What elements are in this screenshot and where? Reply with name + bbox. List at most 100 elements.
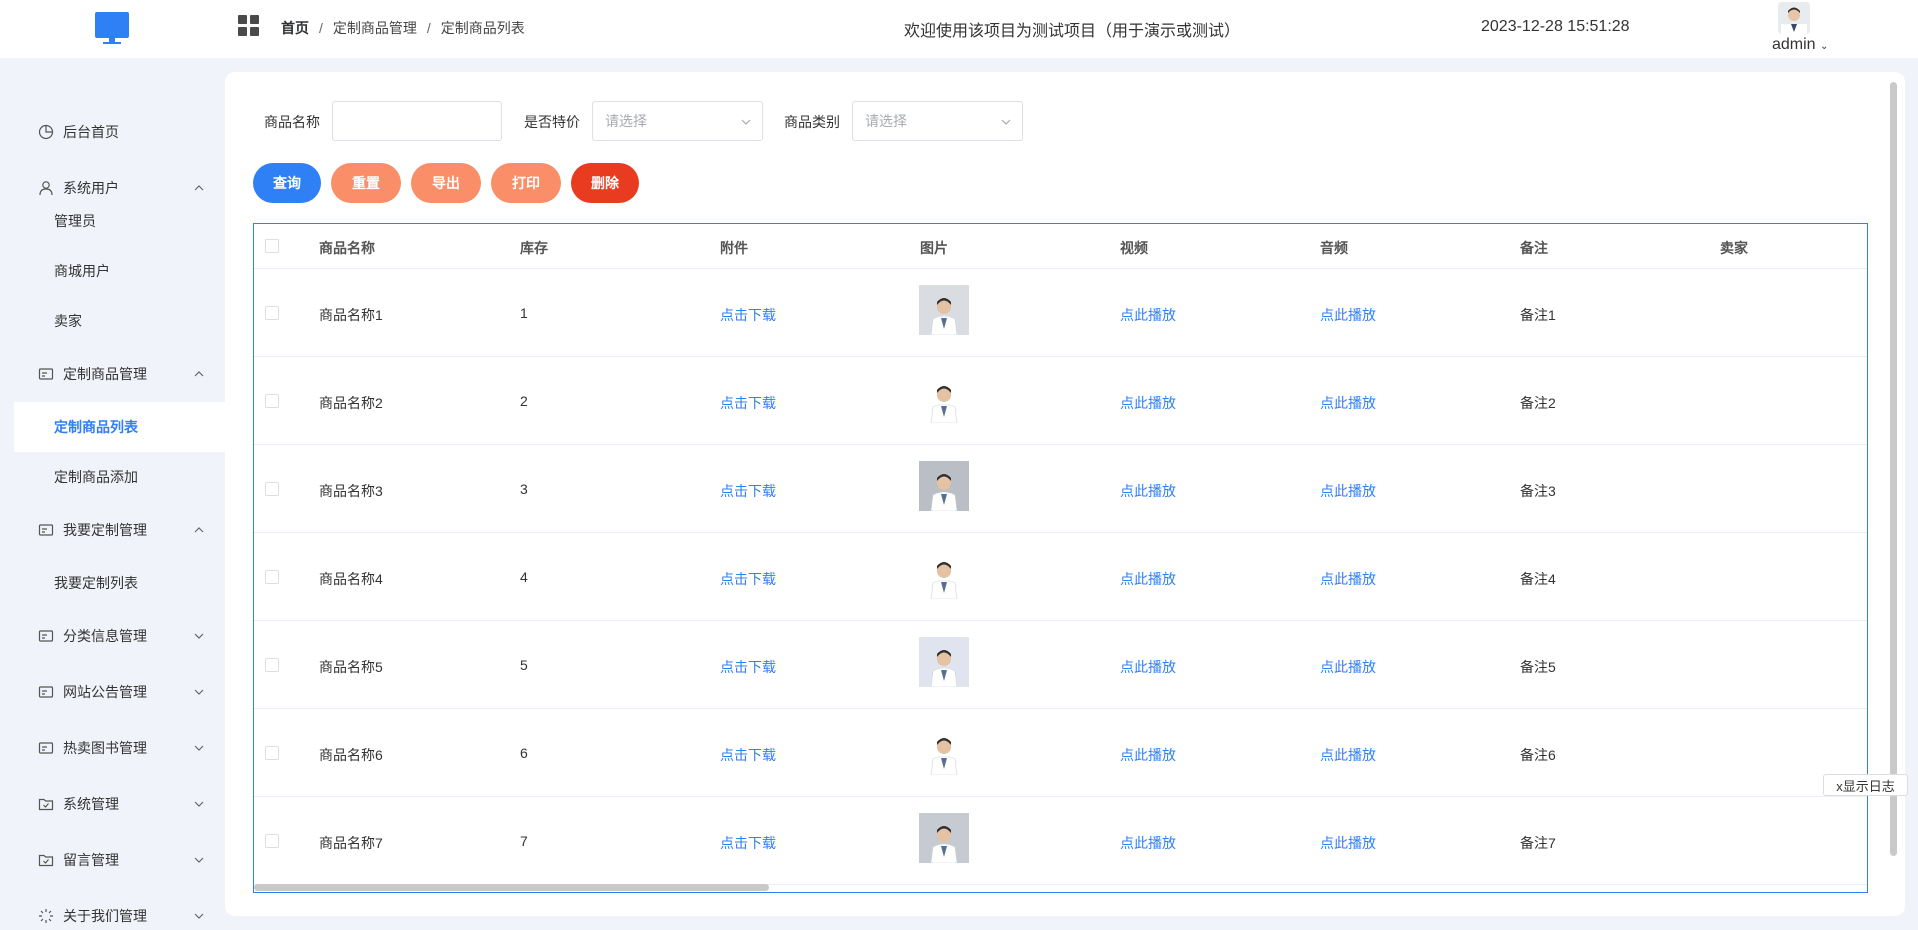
- sidebar-item-about-us-management[interactable]: 关于我们管理: [0, 896, 225, 930]
- sidebar-item-my-custom-list[interactable]: 我要定制列表: [14, 558, 225, 608]
- product-image[interactable]: [919, 373, 969, 423]
- user-menu[interactable]: admin ⌄: [1772, 36, 1828, 54]
- audio-play-link[interactable]: 点此播放: [1320, 657, 1376, 677]
- delete-button[interactable]: 删除: [571, 163, 639, 203]
- sidebar-item-admins[interactable]: 管理员: [14, 196, 225, 246]
- breadcrumb-separator: /: [426, 20, 431, 36]
- audio-play-link[interactable]: 点此播放: [1320, 393, 1376, 413]
- product-image[interactable]: [919, 285, 969, 335]
- product-image[interactable]: [919, 637, 969, 687]
- sidebar-item-hot-books-management[interactable]: 热卖图书管理: [0, 728, 225, 768]
- cell-stock: 4: [520, 569, 528, 585]
- row-checkbox[interactable]: [265, 306, 279, 320]
- product-image[interactable]: [919, 725, 969, 775]
- sidebar-item-label: 定制商品列表: [54, 419, 138, 435]
- download-link[interactable]: 点击下载: [720, 481, 776, 501]
- download-link[interactable]: 点击下载: [720, 393, 776, 413]
- cell-remark: 备注6: [1520, 747, 1556, 763]
- special-filter-placeholder: 请选择: [605, 113, 647, 129]
- category-filter-placeholder: 请选择: [865, 113, 907, 129]
- video-play-link[interactable]: 点此播放: [1120, 393, 1176, 413]
- goods-table: 商品名称 库存 附件 图片 视频 音频 备注 卖家 商品名称1 1 点击下载 点此播放…: [253, 223, 1868, 893]
- chevron-down-icon: [194, 633, 204, 639]
- audio-play-link[interactable]: 点此播放: [1320, 745, 1376, 765]
- audio-play-link[interactable]: 点此播放: [1320, 305, 1376, 325]
- avatar[interactable]: [1778, 2, 1810, 34]
- column-header-audio[interactable]: 音频: [1320, 238, 1348, 258]
- cell-stock: 2: [520, 393, 528, 409]
- product-image[interactable]: [919, 461, 969, 511]
- category-filter-label: 商品类别: [784, 114, 840, 130]
- column-header-seller[interactable]: 卖家: [1720, 238, 1748, 258]
- print-button[interactable]: 打印: [491, 163, 561, 203]
- download-link[interactable]: 点击下载: [720, 657, 776, 677]
- vertical-scrollbar[interactable]: [1890, 82, 1897, 856]
- sidebar-item-custom-goods-add[interactable]: 定制商品添加: [14, 452, 225, 502]
- sidebar-item-system-management[interactable]: 系统管理: [0, 784, 225, 824]
- column-header-attachment[interactable]: 附件: [720, 238, 748, 258]
- cell-name: 商品名称1: [319, 307, 383, 323]
- download-link[interactable]: 点击下载: [720, 833, 776, 853]
- sidebar-item-custom-goods-management[interactable]: 定制商品管理: [0, 354, 225, 394]
- row-checkbox[interactable]: [265, 394, 279, 408]
- row-checkbox[interactable]: [265, 658, 279, 672]
- sidebar-item-label: 定制商品添加: [54, 469, 138, 485]
- column-header-stock[interactable]: 库存: [520, 238, 548, 258]
- row-checkbox[interactable]: [265, 746, 279, 760]
- select-all-checkbox[interactable]: [265, 239, 279, 253]
- video-play-link[interactable]: 点此播放: [1120, 833, 1176, 853]
- special-filter-select[interactable]: 请选择: [592, 101, 763, 141]
- sidebar-item-announcement-management[interactable]: 网站公告管理: [0, 672, 225, 712]
- audio-play-link[interactable]: 点此播放: [1320, 481, 1376, 501]
- column-header-name[interactable]: 商品名称: [319, 238, 375, 258]
- show-log-button[interactable]: x显示日志: [1823, 774, 1908, 796]
- horizontal-scrollbar[interactable]: [254, 884, 769, 891]
- row-checkbox[interactable]: [265, 570, 279, 584]
- chevron-up-icon: [194, 185, 204, 191]
- chevron-up-icon: [194, 527, 204, 533]
- loading-icon: [39, 909, 53, 923]
- export-button[interactable]: 导出: [411, 163, 481, 203]
- row-checkbox[interactable]: [265, 482, 279, 496]
- video-play-link[interactable]: 点此播放: [1120, 569, 1176, 589]
- video-play-link[interactable]: 点此播放: [1120, 745, 1176, 765]
- cell-remark: 备注2: [1520, 395, 1556, 411]
- breadcrumb-separator: /: [319, 20, 323, 36]
- video-play-link[interactable]: 点此播放: [1120, 657, 1176, 677]
- video-play-link[interactable]: 点此播放: [1120, 481, 1176, 501]
- sidebar-item-category-management[interactable]: 分类信息管理: [0, 616, 225, 656]
- name-filter-input[interactable]: [332, 101, 502, 141]
- breadcrumb-current: 定制商品列表: [440, 20, 525, 36]
- video-play-link[interactable]: 点此播放: [1120, 305, 1176, 325]
- sidebar-item-label: 关于我们管理: [63, 908, 147, 924]
- row-checkbox[interactable]: [265, 834, 279, 848]
- column-header-image[interactable]: 图片: [920, 238, 948, 258]
- sidebar-item-label: 系统用户: [63, 180, 119, 196]
- top-header: 首页 / 定制商品管理 / 定制商品列表 欢迎使用该项目为测试项目（用于演示或测…: [0, 0, 1918, 58]
- chevron-down-icon: [194, 689, 204, 695]
- sidebar-item-mall-users[interactable]: 商城用户: [14, 246, 225, 296]
- query-button[interactable]: 查询: [253, 163, 321, 203]
- clock-icon: [38, 124, 54, 140]
- sidebar-item-sellers[interactable]: 卖家: [14, 296, 225, 346]
- sidebar-item-label: 我要定制管理: [63, 522, 147, 538]
- sidebar-item-dashboard[interactable]: 后台首页: [0, 112, 225, 152]
- sidebar-item-my-custom-management[interactable]: 我要定制管理: [0, 510, 225, 550]
- grid-menu-icon[interactable]: [238, 15, 260, 37]
- product-image[interactable]: [919, 549, 969, 599]
- sidebar-item-message-management[interactable]: 留言管理: [0, 840, 225, 880]
- product-image[interactable]: [919, 813, 969, 863]
- audio-play-link[interactable]: 点此播放: [1320, 569, 1376, 589]
- column-header-remark[interactable]: 备注: [1520, 238, 1548, 258]
- breadcrumb-home[interactable]: 首页: [281, 18, 309, 38]
- download-link[interactable]: 点击下载: [720, 745, 776, 765]
- user-name-label: admin: [1772, 36, 1816, 53]
- download-link[interactable]: 点击下载: [720, 569, 776, 589]
- column-header-video[interactable]: 视频: [1120, 238, 1148, 258]
- category-filter-select[interactable]: 请选择: [852, 101, 1023, 141]
- download-link[interactable]: 点击下载: [720, 305, 776, 325]
- cell-stock: 1: [520, 305, 528, 321]
- reset-button[interactable]: 重置: [331, 163, 401, 203]
- sidebar-item-custom-goods-list[interactable]: 定制商品列表: [14, 402, 225, 452]
- audio-play-link[interactable]: 点此播放: [1320, 833, 1376, 853]
